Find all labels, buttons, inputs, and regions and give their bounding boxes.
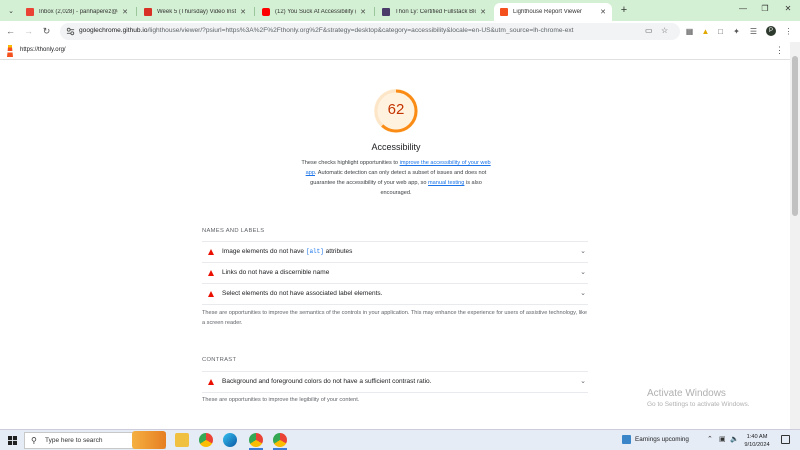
tab-thonly[interactable]: Thon Ly: Certified Fullstack Blo... ✕ [376,3,492,21]
audit-title: Links do not have a discernible name [222,269,330,276]
tab-gmail[interactable]: Inbox (2,028) - panhaperez@g... ✕ [20,3,134,21]
chevron-down-icon[interactable]: ⌄ [580,289,586,297]
audit-link-name[interactable]: Links do not have a discernible name ⌄ [202,262,588,283]
stocks-icon [622,435,631,444]
system-clock[interactable]: 1:40 AM 9/10/2024 [740,433,774,449]
category-description: These checks highlight opportunities to … [301,160,491,196]
address-bar[interactable]: googlechrome.github.io/lighthouse/viewer… [60,23,680,40]
audit-title: Background and foreground colors do not … [222,378,432,385]
file-explorer-icon[interactable] [175,433,189,447]
extensions-puzzle-icon[interactable]: ✦ [730,25,743,38]
minimize-icon[interactable]: — [737,4,749,13]
edge-icon[interactable] [223,433,237,447]
close-icon[interactable]: ✕ [480,8,486,16]
group-title-contrast: CONTRAST [202,357,237,363]
youtube-icon [262,8,270,16]
weather-text: Earnings upcoming [635,436,689,443]
score-value: 62 [387,101,405,118]
lighthouse-icon [500,8,508,16]
lighthouse-extension-icon[interactable]: ▲ [699,25,712,38]
gmail-icon [26,8,34,16]
scrollbar-thumb[interactable] [792,56,798,216]
audit-color-contrast[interactable]: Background and foreground colors do not … [202,371,588,392]
search-highlight-icon[interactable] [132,431,166,449]
site-icon [382,8,390,16]
close-icon[interactable]: ✕ [122,8,128,16]
tab-strip: ⌄ Inbox (2,028) - panhaperez@g... ✕ Week… [0,0,800,21]
back-icon[interactable]: ← [4,25,17,38]
chrome-icon[interactable] [199,433,213,447]
warning-triangle-icon [208,379,214,385]
search-placeholder: Type here to search [45,437,103,444]
install-app-icon[interactable]: ▭ [645,26,653,35]
chevron-down-icon[interactable]: ⌄ [580,247,586,255]
network-icon[interactable]: ▣ [719,435,726,443]
clock-time: 1:40 AM [746,434,768,440]
tab-search-chevron-icon[interactable]: ⌄ [4,4,18,18]
manual-testing-link[interactable]: manual testing [428,180,464,186]
tab-title: Lighthouse Report Viewer [513,9,582,15]
tab-title: Inbox (2,028) - panhaperez@g... [39,9,119,15]
activate-windows-title: Activate Windows [647,388,726,399]
warning-triangle-icon [208,270,214,276]
page-scrollbar[interactable] [790,42,800,429]
url-text: googlechrome.github.io/lighthouse/viewer… [79,27,574,34]
tab-lighthouse[interactable]: Lighthouse Report Viewer ✕ [494,3,612,21]
audit-title: Select elements do not have associated l… [222,290,383,297]
report-url[interactable]: https://thonly.org/ [20,47,66,53]
reload-icon[interactable]: ↻ [40,25,53,38]
bookmark-star-icon[interactable]: ☆ [661,26,668,35]
tab-search-icon[interactable]: □ [714,25,727,38]
search-icon: ⚲ [31,436,37,445]
chrome-profile-2-icon[interactable] [273,433,287,447]
reading-list-icon[interactable]: ☰ [747,25,760,38]
volume-icon[interactable]: 🔈 [730,435,739,443]
tab-title: Week 5 (Thursday) Video Instr... [157,9,237,15]
slides-icon [144,8,152,16]
chevron-down-icon[interactable]: ⌄ [580,377,586,385]
report-menu-icon[interactable]: ⋮ [775,45,784,56]
restore-icon[interactable]: ❐ [759,4,771,13]
extension-icon[interactable]: ▦ [683,25,696,38]
audit-image-alt[interactable]: Image elements do not have [alt] attribu… [202,241,588,262]
audit-title: Image elements do not have [alt] attribu… [222,248,353,255]
tab-week5[interactable]: Week 5 (Thursday) Video Instr... ✕ [138,3,252,21]
clock-date: 9/10/2024 [744,442,770,448]
group-description: These are opportunities to improve the l… [202,397,360,403]
windows-taskbar: ⚲ Type here to search Earnings upcoming … [0,429,800,450]
tab-title: Thon Ly: Certified Fullstack Blo... [395,9,477,15]
weather-widget[interactable]: Earnings upcoming [622,435,689,444]
audit-select-label[interactable]: Select elements do not have associated l… [202,283,588,304]
tray-chevron-icon[interactable]: ⌃ [707,435,713,443]
group-title-names-labels: NAMES AND LABELS [202,228,265,234]
close-icon[interactable]: ✕ [240,8,246,16]
profile-avatar[interactable]: P [766,26,776,36]
lighthouse-topbar: https://thonly.org/ ⋮ [0,42,790,60]
site-info-icon[interactable] [66,27,75,36]
close-icon[interactable]: ✕ [360,8,366,16]
notifications-icon[interactable] [781,435,790,444]
menu-kebab-icon[interactable]: ⋮ [782,25,795,38]
lighthouse-logo-icon [7,45,13,57]
tab-youtube[interactable]: (12) You Suck At Accessibility (I... ✕ [256,3,372,21]
activate-windows-subtitle: Go to Settings to activate Windows. [647,401,750,408]
browser-toolbar: ← → ↻ googlechrome.github.io/lighthouse/… [0,21,800,42]
close-window-icon[interactable]: ✕ [782,4,794,13]
chrome-profile-icon[interactable] [249,433,263,447]
category-title: Accessibility [371,142,421,152]
group-description: These are opportunities to improve the s… [202,310,588,326]
warning-triangle-icon [208,249,214,255]
forward-icon[interactable]: → [22,25,35,38]
warning-triangle-icon [208,291,214,297]
tab-title: (12) You Suck At Accessibility (I... [275,9,357,15]
new-tab-button[interactable]: + [617,3,631,17]
chevron-down-icon[interactable]: ⌄ [580,268,586,276]
close-icon[interactable]: ✕ [600,8,606,16]
windows-start-icon[interactable] [8,436,17,445]
